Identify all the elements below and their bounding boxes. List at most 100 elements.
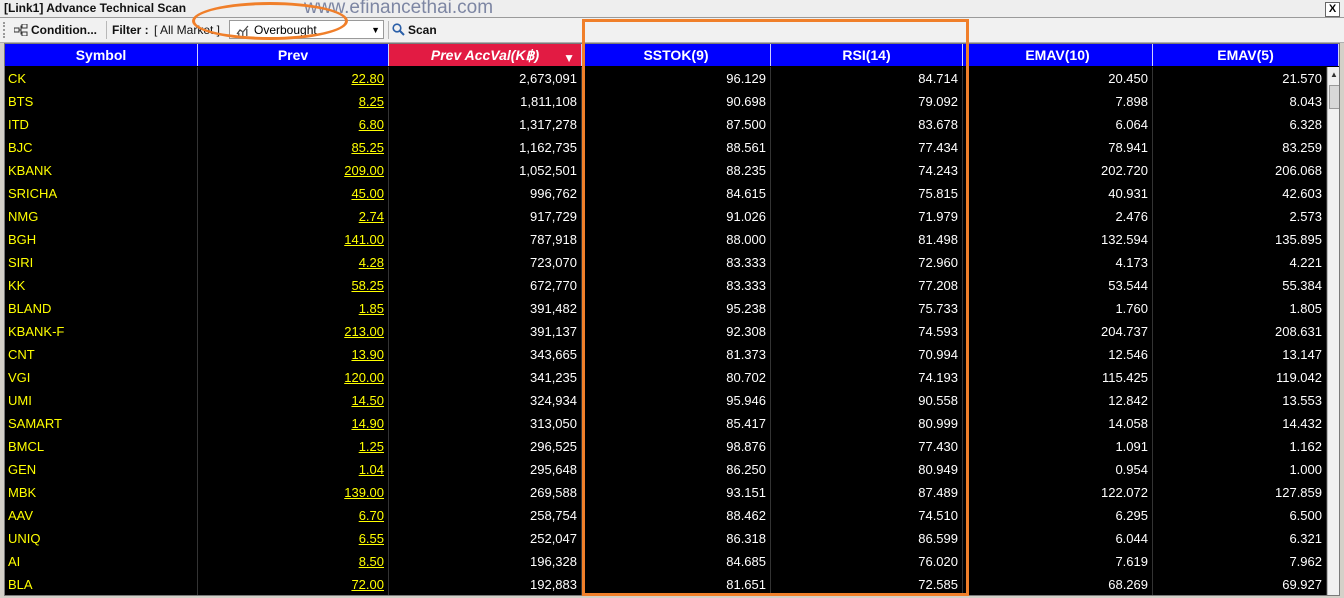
table-row[interactable]: UNIQ 6.55 252,047 86.318 86.599 6.044 6.321 — [5, 527, 1327, 550]
cell-prev[interactable]: 22.80 — [198, 67, 389, 90]
col-header-emav5[interactable]: EMAV(5) — [1153, 44, 1339, 66]
table-row[interactable]: KK 58.25 672,770 83.333 77.208 53.544 55.384 — [5, 274, 1327, 297]
cell-emav10: 6.295 — [963, 504, 1153, 527]
table-row[interactable]: MBK 139.00 269,588 93.151 87.489 122.072 127.8… — [5, 481, 1327, 504]
cell-prev[interactable]: 2.74 — [198, 205, 389, 228]
prev-link[interactable]: 8.50 — [359, 554, 384, 569]
table-row[interactable]: KBANK-F 213.00 391,137 92.308 74.593 204.737 2… — [5, 320, 1327, 343]
table-row[interactable]: GEN 1.04 295,648 86.250 80.949 0.954 1.000 — [5, 458, 1327, 481]
table-row[interactable]: UMI 14.50 324,934 95.946 90.558 12.842 13.553 — [5, 389, 1327, 412]
prev-link[interactable]: 6.55 — [359, 531, 384, 546]
col-header-emav10[interactable]: EMAV(10) — [963, 44, 1153, 66]
scroll-up-icon[interactable]: ▲ — [1328, 67, 1339, 83]
prev-link[interactable]: 1.04 — [359, 462, 384, 477]
prev-link[interactable]: 139.00 — [344, 485, 384, 500]
condition-button[interactable]: Condition... — [14, 21, 97, 39]
prev-link[interactable]: 58.25 — [351, 278, 384, 293]
table-row[interactable]: CK 22.80 2,673,091 96.129 84.714 20.450 21.570 — [5, 67, 1327, 90]
table-row[interactable]: BLA 72.00 192,883 81.651 72.585 68.269 69.927 — [5, 573, 1327, 595]
table-row[interactable]: ITD 6.80 1,317,278 87.500 83.678 6.064 6.328 — [5, 113, 1327, 136]
cell-prev[interactable]: 1.25 — [198, 435, 389, 458]
prev-link[interactable]: 6.70 — [359, 508, 384, 523]
table-row[interactable]: KBANK 209.00 1,052,501 88.235 74.243 202.720 2… — [5, 159, 1327, 182]
cell-prev[interactable]: 120.00 — [198, 366, 389, 389]
cell-prev[interactable]: 139.00 — [198, 481, 389, 504]
prev-link[interactable]: 141.00 — [344, 232, 384, 247]
cell-accval: 917,729 — [389, 205, 582, 228]
cell-prev[interactable]: 1.85 — [198, 297, 389, 320]
scrollbar-thumb[interactable] — [1329, 85, 1339, 109]
col-header-symbol[interactable]: Symbol — [5, 44, 198, 66]
col-header-prev-accval[interactable]: Prev AccVal(K฿) ▼ — [389, 44, 582, 66]
col-header-prev[interactable]: Prev — [198, 44, 389, 66]
prev-link[interactable]: 6.80 — [359, 117, 384, 132]
cell-prev[interactable]: 72.00 — [198, 573, 389, 595]
cell-accval: 672,770 — [389, 274, 582, 297]
table-row[interactable]: SIRI 4.28 723,070 83.333 72.960 4.173 4.221 — [5, 251, 1327, 274]
prev-link[interactable]: 209.00 — [344, 163, 384, 178]
prev-link[interactable]: 1.25 — [359, 439, 384, 454]
filter-value[interactable]: [ All Market ] — [154, 21, 220, 39]
window-title: [Link1] Advance Technical Scan — [4, 1, 187, 15]
cell-prev[interactable]: 6.80 — [198, 113, 389, 136]
table-row[interactable]: AI 8.50 196,328 84.685 76.020 7.619 7.962 — [5, 550, 1327, 573]
table-row[interactable]: NMG 2.74 917,729 91.026 71.979 2.476 2.573 — [5, 205, 1327, 228]
cell-prev[interactable]: 213.00 — [198, 320, 389, 343]
cell-prev[interactable]: 8.50 — [198, 550, 389, 573]
cell-prev[interactable]: 14.50 — [198, 389, 389, 412]
prev-link[interactable]: 213.00 — [344, 324, 384, 339]
cell-sstok: 88.235 — [582, 159, 771, 182]
prev-link[interactable]: 13.90 — [351, 347, 384, 362]
toolbar-grip[interactable] — [3, 22, 8, 38]
prev-link[interactable]: 8.25 — [359, 94, 384, 109]
cell-prev[interactable]: 6.70 — [198, 504, 389, 527]
table-row[interactable]: SRICHA 45.00 996,762 84.615 75.815 40.931 42.6… — [5, 182, 1327, 205]
cell-prev[interactable]: 1.04 — [198, 458, 389, 481]
cell-prev[interactable]: 6.55 — [198, 527, 389, 550]
prev-link[interactable]: 4.28 — [359, 255, 384, 270]
cell-emav10: 20.450 — [963, 67, 1153, 90]
scan-preset-select[interactable]: Overbought ▼ — [229, 20, 384, 39]
table-row[interactable]: BTS 8.25 1,811,108 90.698 79.092 7.898 8.043 — [5, 90, 1327, 113]
prev-link[interactable]: 45.00 — [351, 186, 384, 201]
cell-symbol: NMG — [5, 205, 198, 228]
close-button[interactable]: X — [1325, 2, 1340, 17]
table-row[interactable]: CNT 13.90 343,665 81.373 70.994 12.546 13.147 — [5, 343, 1327, 366]
cell-prev[interactable]: 4.28 — [198, 251, 389, 274]
cell-prev[interactable]: 141.00 — [198, 228, 389, 251]
prev-link[interactable]: 1.85 — [359, 301, 384, 316]
cell-rsi: 74.593 — [771, 320, 963, 343]
prev-link[interactable]: 14.50 — [351, 393, 384, 408]
table-row[interactable]: AAV 6.70 258,754 88.462 74.510 6.295 6.500 — [5, 504, 1327, 527]
cell-prev[interactable]: 85.25 — [198, 136, 389, 159]
cell-emav5: 42.603 — [1153, 182, 1327, 205]
table-row[interactable]: SAMART 14.90 313,050 85.417 80.999 14.058 14.4… — [5, 412, 1327, 435]
cell-prev[interactable]: 209.00 — [198, 159, 389, 182]
col-header-rsi[interactable]: RSI(14) — [771, 44, 963, 66]
cell-prev[interactable]: 14.90 — [198, 412, 389, 435]
cell-emav10: 53.544 — [963, 274, 1153, 297]
table-row[interactable]: BLAND 1.85 391,482 95.238 75.733 1.760 1.805 — [5, 297, 1327, 320]
cell-rsi: 79.092 — [771, 90, 963, 113]
cell-emav10: 78.941 — [963, 136, 1153, 159]
prev-link[interactable]: 72.00 — [351, 577, 384, 592]
table-row[interactable]: BJC 85.25 1,162,735 88.561 77.434 78.941 83.25… — [5, 136, 1327, 159]
cell-prev[interactable]: 8.25 — [198, 90, 389, 113]
cell-prev[interactable]: 58.25 — [198, 274, 389, 297]
scan-button[interactable]: Scan — [392, 21, 437, 39]
cell-prev[interactable]: 13.90 — [198, 343, 389, 366]
prev-link[interactable]: 2.74 — [359, 209, 384, 224]
cell-rsi: 72.960 — [771, 251, 963, 274]
col-header-sstok[interactable]: SSTOK(9) — [582, 44, 771, 66]
prev-link[interactable]: 85.25 — [351, 140, 384, 155]
vertical-scrollbar[interactable]: ▲ — [1327, 67, 1339, 595]
prev-link[interactable]: 14.90 — [351, 416, 384, 431]
prev-link[interactable]: 22.80 — [351, 71, 384, 86]
table-row[interactable]: BMCL 1.25 296,525 98.876 77.430 1.091 1.162 — [5, 435, 1327, 458]
cell-accval: 391,137 — [389, 320, 582, 343]
table-row[interactable]: BGH 141.00 787,918 88.000 81.498 132.594 135.8… — [5, 228, 1327, 251]
prev-link[interactable]: 120.00 — [344, 370, 384, 385]
dropdown-arrow-icon[interactable]: ▼ — [371, 22, 380, 38]
cell-prev[interactable]: 45.00 — [198, 182, 389, 205]
table-row[interactable]: VGI 120.00 341,235 80.702 74.193 115.425 119.0… — [5, 366, 1327, 389]
